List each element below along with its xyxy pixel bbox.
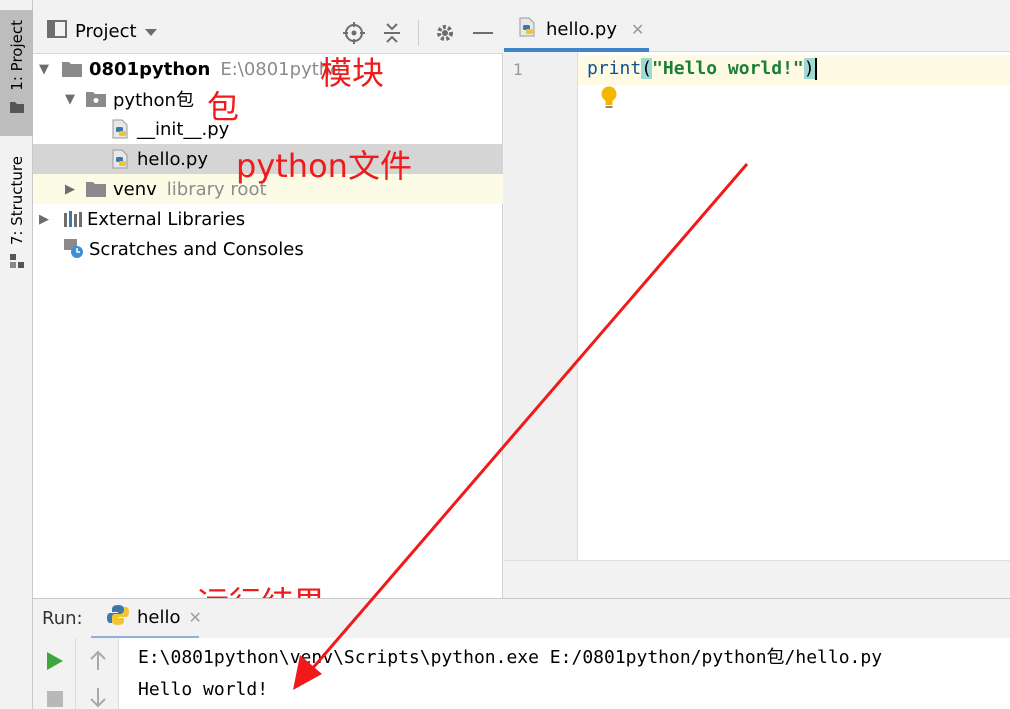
project-panel-header: Project [33, 10, 503, 54]
chevron-down-icon [144, 21, 157, 42]
collapsed-arrow-icon[interactable]: ▶ [63, 182, 77, 197]
editor-tab-label: hello.py [546, 18, 617, 40]
run-tab-hello[interactable]: hello ✕ [91, 599, 202, 639]
line-number: 1 [513, 60, 523, 79]
folder-icon [85, 180, 107, 198]
minimize-icon[interactable] [471, 21, 495, 45]
run-play-icon[interactable] [46, 651, 64, 676]
code-string: "Hello world!" [652, 58, 804, 79]
expanded-arrow-icon[interactable]: ▼ [63, 92, 77, 107]
project-window-icon [47, 20, 67, 43]
folder-icon [61, 60, 83, 78]
scratches-icon [63, 238, 85, 260]
menu-bar-cropped [33, 0, 1010, 10]
project-tool-tab[interactable]: 1: Project [0, 10, 33, 136]
python-file-icon [518, 17, 538, 42]
annotation-package: 包 [207, 88, 240, 126]
code-close-paren: ) [803, 58, 815, 79]
console-output[interactable]: E:\0801python\venv\Scripts\python.exe E:… [138, 642, 882, 706]
tree-item-root[interactable]: ▼ 0801python E:\0801pytho [33, 54, 503, 84]
structure-tool-tab-label: 7: Structure [7, 156, 26, 246]
code-editor[interactable]: 1 print("Hello world!") [504, 52, 1010, 560]
root-folder-name: 0801python [89, 58, 211, 80]
stop-icon[interactable] [46, 690, 64, 709]
code-function: print [587, 58, 642, 79]
project-tool-tab-label: 1: Project [7, 20, 26, 91]
code-line-1[interactable]: print("Hello world!") [587, 58, 817, 80]
structure-tool-tab[interactable]: 7: Structure [0, 150, 33, 275]
run-panel-body: E:\0801python\venv\Scripts\python.exe E:… [33, 638, 1010, 709]
gear-icon[interactable] [433, 21, 457, 45]
structure-icon [9, 253, 25, 274]
run-tab-label: hello [137, 607, 181, 628]
run-toolbar-primary [33, 638, 76, 709]
run-label: Run: [42, 608, 83, 629]
tree-item-scratches[interactable]: Scratches and Consoles [33, 234, 503, 264]
tree-item-init-file[interactable]: __init__.py [33, 114, 503, 144]
hello-file-name: hello.py [137, 148, 208, 170]
folder-icon [9, 99, 25, 119]
package-name: python包 [113, 90, 194, 111]
python-file-icon [111, 149, 131, 169]
console-command-line: E:\0801python\venv\Scripts\python.exe E:… [138, 647, 883, 668]
python-logo-icon [107, 604, 129, 631]
close-icon[interactable]: ✕ [189, 608, 202, 627]
editor-bottom-strip [504, 560, 1010, 598]
collapsed-arrow-icon[interactable]: ▶ [37, 212, 51, 227]
text-caret [814, 58, 817, 80]
arrow-down-icon[interactable] [89, 688, 107, 709]
expanded-arrow-icon[interactable]: ▼ [37, 62, 51, 77]
lightbulb-icon[interactable] [600, 85, 618, 116]
external-libraries-label: External Libraries [87, 208, 246, 230]
console-output-line: Hello world! [138, 679, 269, 700]
left-tool-strip: 1: Project 7: Structure [0, 0, 33, 709]
code-open-paren: ( [641, 58, 653, 79]
header-divider [418, 20, 419, 46]
annotation-python-file: python文件 [236, 147, 412, 185]
editor-tab-bar: hello.py ✕ [504, 10, 1010, 52]
locate-target-icon[interactable] [342, 21, 366, 45]
python-file-icon [111, 119, 131, 139]
editor-tab-hello[interactable]: hello.py ✕ [504, 10, 649, 52]
editor-gutter: 1 [504, 52, 578, 560]
arrow-up-icon[interactable] [89, 650, 107, 677]
tree-item-package[interactable]: ▼ python包 [33, 84, 503, 114]
run-panel-header: Run: hello ✕ [33, 598, 1010, 639]
tree-item-external-libraries[interactable]: ▶ External Libraries [33, 204, 503, 234]
collapse-all-icon[interactable] [380, 21, 404, 45]
libraries-icon [63, 210, 83, 228]
project-view-selector[interactable]: Project [47, 20, 157, 43]
project-panel: Project ▼ 0801python E:\0801pytho ▼ pyth… [33, 10, 503, 598]
close-icon[interactable]: ✕ [631, 20, 644, 39]
annotation-module: 模块 [320, 54, 385, 92]
venv-folder-name: venv [113, 178, 157, 200]
run-toolbar-secondary [76, 638, 119, 709]
project-panel-title: Project [75, 21, 137, 42]
package-folder-icon [85, 90, 107, 108]
scratches-label: Scratches and Consoles [89, 238, 304, 260]
